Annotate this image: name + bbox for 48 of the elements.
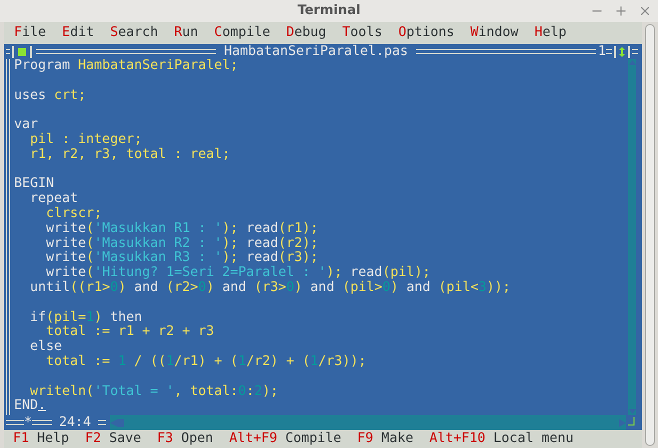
shortcut-button[interactable]: Alt+F9 Compile	[229, 429, 342, 448]
code-line: clrscr;	[45, 206, 102, 222]
menu-item[interactable]: Edit	[62, 23, 94, 43]
menu-item[interactable]: File	[14, 23, 46, 43]
horizontal-scrollbar[interactable]	[110, 415, 636, 430]
up-down-arrow-icon	[619, 46, 626, 56]
menu-item[interactable]: Compile	[214, 23, 270, 43]
shortcut-button[interactable]: F1 Help	[13, 429, 70, 448]
menu-item[interactable]: Run	[174, 23, 198, 43]
modified-indicator: *	[24, 415, 32, 430]
code-line: write('Masukkan R2 : '); read(r2);	[45, 236, 318, 251]
code-line: Program HambatanSeriParalel;	[14, 59, 238, 74]
zoom-button[interactable]	[614, 46, 630, 58]
maximize-icon[interactable]	[614, 4, 628, 18]
code-line: BEGIN	[14, 177, 54, 192]
shortcut-button[interactable]: F2 Save	[85, 429, 142, 448]
shortcut-button[interactable]: Alt+F10 Local menu	[429, 429, 574, 448]
left-arrow-icon	[110, 418, 124, 426]
window-title: Terminal	[298, 2, 360, 20]
close-box-button[interactable]	[12, 46, 32, 58]
menu-item[interactable]: Options	[398, 23, 454, 43]
code-line: write('Masukkan R3 : '); read(r3);	[45, 251, 318, 266]
up-arrow-icon	[628, 60, 636, 65]
menu-item[interactable]: Help	[534, 23, 566, 43]
code-line: total := r1 + r2 + r3	[45, 325, 214, 340]
code-line: uses crt;	[14, 88, 86, 104]
down-arrow-icon	[628, 409, 636, 414]
shortcut-button[interactable]: F9 Make	[357, 429, 414, 448]
menu-item[interactable]: Tools	[342, 23, 382, 43]
menu-item[interactable]: Search	[110, 23, 158, 43]
code-line: var	[14, 118, 38, 132]
menu-item[interactable]: Debug	[286, 23, 326, 43]
code-line: r1, r2, r3, total : real;	[29, 148, 230, 163]
cursor-position: 24:4	[58, 415, 92, 430]
code-line: write('Masukkan R1 : '); read(r1);	[45, 222, 318, 236]
file-name-title: HambatanSeriParalel.pas	[222, 44, 410, 59]
code-line: else	[29, 340, 62, 354]
window-number: 1	[598, 44, 606, 59]
vertical-scrollbar[interactable]	[628, 59, 636, 415]
close-icon[interactable]	[638, 4, 652, 18]
shortcut-button[interactable]: F3 Open	[157, 429, 214, 448]
code-line: repeat	[29, 192, 78, 206]
code-line: END.	[14, 399, 46, 414]
terminal-scrollbar[interactable]	[642, 22, 658, 448]
code-line: pil : integer;	[29, 132, 142, 148]
menu-item[interactable]: Window	[470, 23, 518, 43]
code-line: write('Hitung? 1=Seri 2=Paralel : '); read(pil);	[45, 266, 430, 280]
right-arrow-icon	[619, 418, 626, 426]
